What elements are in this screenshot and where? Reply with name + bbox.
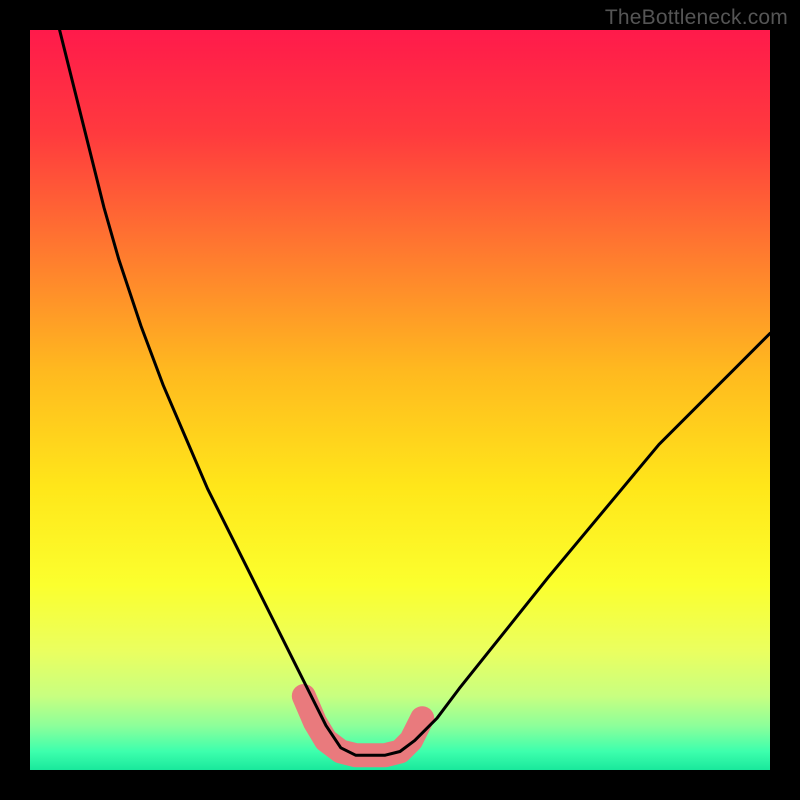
chart-frame: TheBottleneck.com [0,0,800,800]
bottleneck-curve [60,30,770,755]
plot-area [30,30,770,770]
curve-layer [30,30,770,770]
watermark-text: TheBottleneck.com [605,6,788,30]
